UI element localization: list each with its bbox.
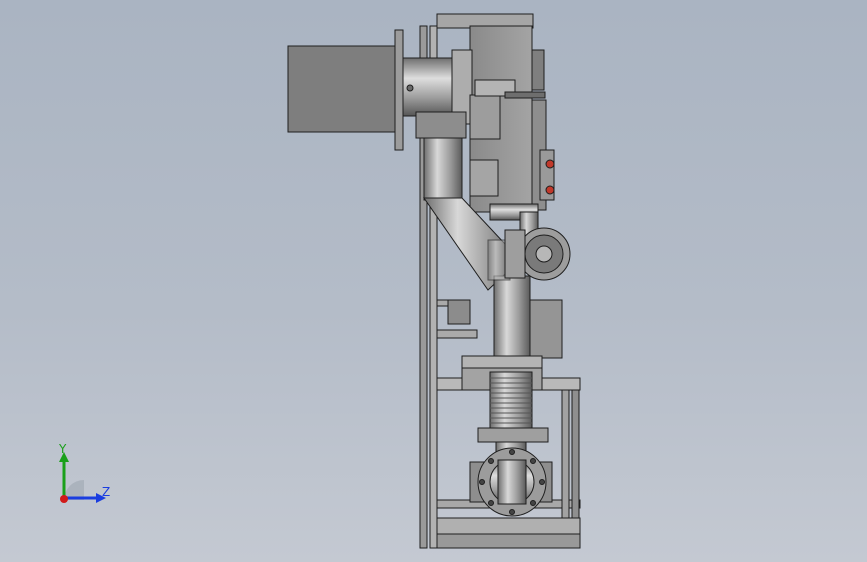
y-axis-label: Y — [59, 442, 67, 456]
z-axis-label: Z — [102, 485, 111, 499]
butterfly-valve-flange — [504, 227, 571, 281]
triad-graphic — [59, 452, 106, 503]
cad-viewport[interactable]: Y Z — [0, 0, 867, 562]
axis-triad: Y Z — [40, 440, 120, 520]
burner-assembly-model[interactable] — [0, 0, 867, 562]
